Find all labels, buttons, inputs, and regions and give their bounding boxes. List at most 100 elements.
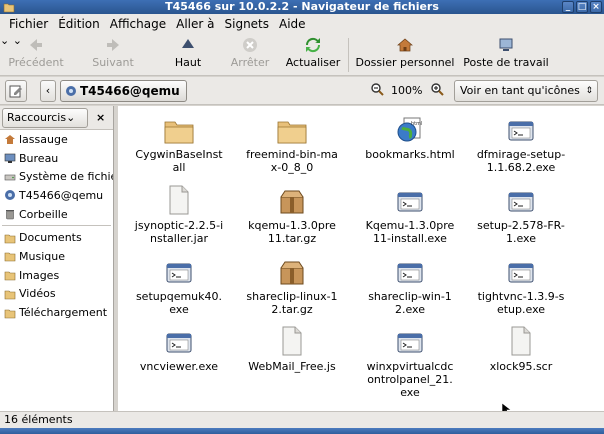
- file-item[interactable]: jsynoptic-2.2.5-installer.jar: [123, 185, 235, 245]
- file-item[interactable]: tightvnc-1.3.9-setup.exe: [465, 256, 577, 316]
- file-name: tightvnc-1.3.9-setup.exe: [477, 290, 565, 316]
- computer-button[interactable]: Poste de travail: [460, 36, 552, 69]
- executable-icon: [123, 256, 235, 286]
- up-arrow-icon: [182, 39, 194, 48]
- file-name: kqemu-1.3.0pre11.tar.gz: [248, 219, 336, 245]
- sidebar-item-images[interactable]: Images: [0, 266, 113, 285]
- sidebar-item-network[interactable]: T45466@qemu: [0, 186, 113, 205]
- executable-icon: [354, 185, 466, 215]
- back-button[interactable]: Précédent: [6, 36, 66, 69]
- sidebar-item-downloads[interactable]: Téléchargement: [0, 303, 113, 322]
- file-item[interactable]: CygwinBaseInstall: [123, 114, 235, 174]
- sidebar-item-videos[interactable]: Vidéos: [0, 285, 113, 304]
- location-bar: ‹ T45466@qemu 100% Voir en tant qu'icône…: [0, 77, 604, 105]
- file-item[interactable]: setupqemuk40.exe: [123, 256, 235, 316]
- folder-icon: [4, 307, 16, 319]
- edit-icon: [9, 85, 22, 98]
- sidebar-item-trash[interactable]: Corbeille: [0, 205, 113, 224]
- sidebar-item-label: Musique: [19, 249, 65, 263]
- view-mode-value: Voir en tant qu'icônes: [460, 84, 580, 97]
- file-name: shareclip-linux-12.tar.gz: [246, 290, 338, 316]
- file-item[interactable]: winxpvirtualcdcontrolpanel_21.exe: [354, 326, 466, 399]
- sidebar-close-icon[interactable]: ×: [96, 111, 105, 124]
- file-item[interactable]: dfmirage-setup-1.1.68.2.exe: [465, 114, 577, 174]
- file-item[interactable]: xlock95.scr: [465, 326, 577, 373]
- dropdown-arrows-icon: ⇕: [585, 86, 593, 96]
- executable-icon: [465, 114, 577, 144]
- home-label: Dossier personnel: [355, 56, 455, 69]
- menu-aller[interactable]: Aller à: [171, 17, 219, 31]
- menubar: Fichier Édition Affichage Aller à Signet…: [0, 14, 604, 34]
- svg-text:html: html: [411, 121, 422, 127]
- file-item[interactable]: Kqemu-1.3.0pre11-install.exe: [354, 185, 466, 245]
- path-crumb-current[interactable]: T45466@qemu: [60, 80, 187, 102]
- toolbar: Précédent ⌄ Suivant ⌄ Haut Arrêter Actua…: [0, 34, 604, 76]
- menu-aide[interactable]: Aide: [274, 17, 311, 31]
- close-button[interactable]: ×: [590, 1, 602, 13]
- folder-icon: [4, 232, 16, 244]
- file-item[interactable]: setup-2.578-FR-1.exe: [465, 185, 577, 245]
- crumb-label: T45466@qemu: [80, 84, 180, 98]
- home-icon: [4, 133, 16, 145]
- executable-icon: [465, 256, 577, 286]
- file-item[interactable]: kqemu-1.3.0pre11.tar.gz: [236, 185, 348, 245]
- zoom-in-button[interactable]: [430, 82, 444, 99]
- file-name: vncviewer.exe: [139, 360, 219, 373]
- sidebar-item-music[interactable]: Musique: [0, 247, 113, 266]
- sidebar-item-label: Corbeille: [19, 207, 68, 221]
- sidebar-item-label: Bureau: [19, 151, 59, 165]
- menu-signets[interactable]: Signets: [220, 17, 275, 31]
- zoom-out-icon: [371, 83, 384, 96]
- forward-arrow-icon: [107, 39, 119, 51]
- file-item[interactable]: vncviewer.exe: [123, 326, 235, 373]
- maximize-button[interactable]: □: [576, 1, 588, 13]
- window-bottom-border: [0, 428, 604, 434]
- reload-button[interactable]: Actualiser: [282, 36, 344, 69]
- view-mode-select[interactable]: Voir en tant qu'icônes ⇕: [454, 80, 598, 102]
- executable-icon: [354, 326, 466, 356]
- file-name: shareclip-win-12.exe: [368, 290, 452, 316]
- file-icon-view[interactable]: CygwinBaseInstall freemind-bin-max-0_8_0 h…: [118, 106, 604, 416]
- window-title-bar[interactable]: T45466 sur 10.0.2.2 - Navigateur de fich…: [0, 0, 604, 14]
- folder-icon: [236, 114, 348, 144]
- zoom-in-icon: [431, 83, 444, 96]
- sidebar-title: Raccourcis: [7, 111, 67, 124]
- file-item[interactable]: html bookmarks.html: [354, 114, 466, 161]
- menu-edition[interactable]: Édition: [53, 17, 105, 31]
- folder-icon: [123, 114, 235, 144]
- zoom-out-button[interactable]: [370, 82, 384, 99]
- trash-icon: [4, 208, 16, 220]
- stop-button[interactable]: Arrêter: [224, 36, 276, 69]
- path-scroll-left-button[interactable]: ‹: [40, 80, 56, 102]
- toggle-location-button[interactable]: [5, 80, 27, 102]
- desktop-icon: [4, 152, 16, 164]
- back-arrow-icon: [30, 39, 42, 51]
- file-item[interactable]: shareclip-linux-12.tar.gz: [236, 256, 348, 316]
- sidebar-mode-select[interactable]: Raccourcis⌄: [2, 108, 88, 128]
- file-item[interactable]: freemind-bin-max-0_8_0: [236, 114, 348, 174]
- menu-affichage[interactable]: Affichage: [105, 17, 171, 31]
- file-icon: [236, 326, 348, 356]
- forward-button[interactable]: Suivant: [88, 36, 138, 69]
- folder-icon: [4, 288, 16, 300]
- file-name: WebMail_Free.js: [248, 360, 336, 373]
- file-item[interactable]: shareclip-win-12.exe: [354, 256, 466, 316]
- zoom-level[interactable]: 100%: [391, 84, 422, 97]
- sidebar-item-label: Téléchargement: [19, 306, 108, 320]
- file-name: winxpvirtualcdcontrolpanel_21.exe: [366, 360, 454, 399]
- sidebar-item-filesystem[interactable]: Système de fichiers: [0, 167, 113, 186]
- file-name: jsynoptic-2.2.5-installer.jar: [134, 219, 224, 245]
- sidebar-item-documents[interactable]: Documents: [0, 228, 113, 247]
- file-icon: [465, 326, 577, 356]
- home-button[interactable]: Dossier personnel: [352, 36, 458, 69]
- sidebar-separator: [2, 225, 111, 227]
- back-label: Précédent: [8, 56, 64, 69]
- sidebar-item-desktop[interactable]: Bureau: [0, 149, 113, 168]
- up-button[interactable]: Haut: [166, 36, 210, 69]
- minimize-button[interactable]: _: [562, 1, 574, 13]
- computer-icon: [499, 38, 513, 51]
- file-item[interactable]: WebMail_Free.js: [236, 326, 348, 373]
- menu-fichier[interactable]: Fichier: [4, 17, 53, 31]
- sidebar-item-home[interactable]: lassauge: [0, 130, 113, 149]
- up-label: Haut: [174, 56, 202, 69]
